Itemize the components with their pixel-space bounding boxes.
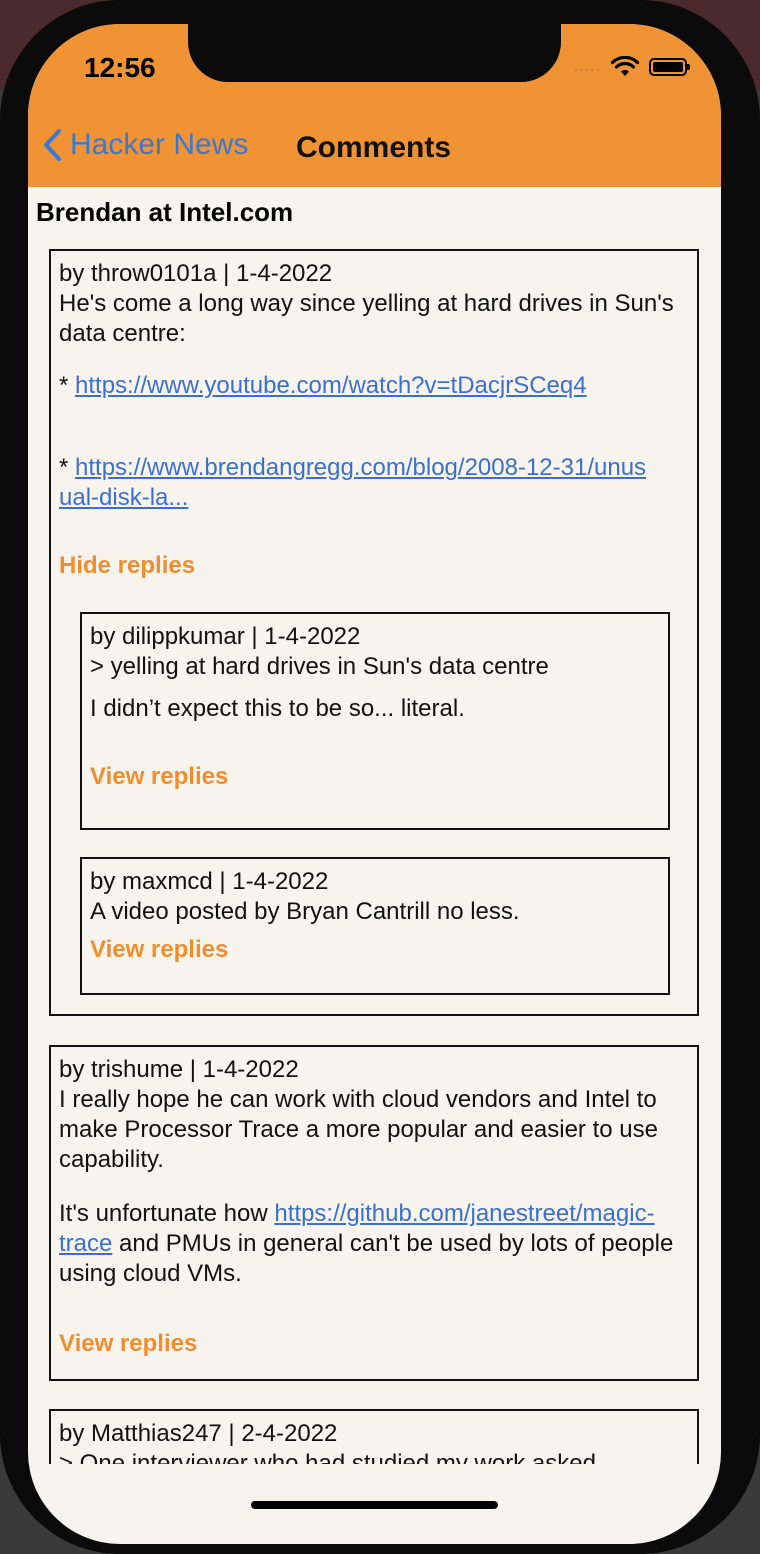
comment-card: by throw0101a | 1-4-2022 He's come a lon… — [49, 249, 699, 1016]
page-title: Comments — [296, 131, 452, 164]
comment-text: It's unfortunate how https://github.com/… — [59, 1199, 679, 1289]
battery-icon — [649, 58, 690, 76]
story-title: Brendan at Intel.com — [36, 197, 294, 227]
bullet-prefix: * — [59, 372, 76, 399]
signal-icon: ..... — [573, 58, 601, 75]
hide-replies-button[interactable]: Hide replies — [59, 551, 689, 581]
back-label: Hacker News — [70, 128, 249, 161]
comment-text: He's come a long way since yelling at ha… — [59, 290, 674, 347]
reply-meta: by maxmcd | 1-4-2022 — [90, 868, 329, 895]
reply-text: > yelling at hard drives in Sun's data c… — [90, 653, 549, 680]
reply-text: I didn’t expect this to be so... literal… — [90, 695, 465, 722]
phone-screen: 12:56 ..... Hacker News Comments Brendan… — [28, 24, 721, 1544]
text-prefix: It's unfortunate how — [59, 1200, 275, 1227]
text-suffix: and PMUs in general can't be used by lot… — [59, 1230, 674, 1287]
back-button[interactable]: Hacker News — [42, 128, 248, 162]
comment-meta: by trishume | 1-4-2022 — [59, 1056, 299, 1083]
view-replies-button[interactable]: View replies — [90, 935, 660, 965]
comment-card: by trishume | 1-4-2022 I really hope he … — [49, 1045, 699, 1381]
comments-list[interactable]: Brendan at Intel.com by throw0101a | 1-4… — [28, 187, 721, 1464]
reply-text: A video posted by Bryan Cantrill no less… — [90, 898, 520, 925]
view-replies-button[interactable]: View replies — [90, 762, 660, 792]
comment-meta: by throw0101a | 1-4-2022 — [59, 260, 333, 287]
wifi-icon — [611, 56, 639, 76]
chevron-left-icon — [44, 129, 61, 161]
comment-meta: by Matthias247 | 2-4-2022 — [59, 1420, 338, 1447]
brendangregg-link[interactable]: https://www.brendangregg.com/blog/2008-1… — [59, 454, 646, 511]
comment-text: > One interviewer who had studied my wor… — [59, 1450, 596, 1464]
bullet-prefix: * — [59, 454, 76, 481]
notch — [188, 24, 561, 82]
view-replies-button[interactable]: View replies — [59, 1329, 689, 1359]
status-time: 12:56 — [84, 52, 156, 83]
comment-bullet: * https://www.brendangregg.com/blog/2008… — [59, 453, 649, 513]
status-icons: ..... — [573, 56, 690, 78]
nav-bar: Hacker News Comments — [28, 128, 721, 172]
comment-bullet: * https://www.youtube.com/watch?v=tDacjr… — [59, 371, 689, 401]
phone-frame: 12:56 ..... Hacker News Comments Brendan… — [0, 0, 760, 1554]
comment-text: I really hope he can work with cloud ven… — [59, 1086, 658, 1173]
home-indicator[interactable] — [251, 1501, 498, 1509]
youtube-link[interactable]: https://www.youtube.com/watch?v=tDacjrSC… — [75, 372, 587, 399]
navigation-header: 12:56 ..... Hacker News Comments — [28, 24, 721, 187]
comment-card: by Matthias247 | 2-4-2022 > One intervie… — [49, 1409, 699, 1464]
reply-meta: by dilippkumar | 1-4-2022 — [90, 623, 361, 650]
reply-card: by maxmcd | 1-4-2022 A video posted by B… — [80, 857, 670, 995]
reply-card: by dilippkumar | 1-4-2022 > yelling at h… — [80, 612, 670, 830]
